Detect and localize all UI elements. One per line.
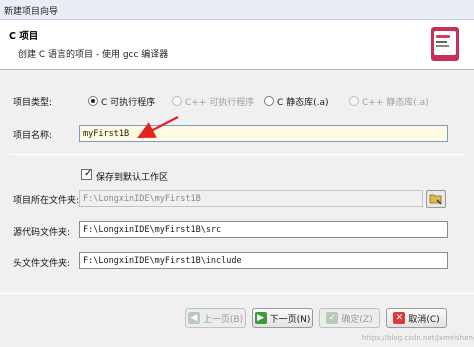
next-button-label: 下一页(N) (269, 314, 311, 325)
radio-label: C 可执行程序 (101, 97, 156, 108)
watermark: https://blog.csdn.net/jxmeisheng (362, 334, 474, 342)
finish-button-label: 确定(Z) (341, 314, 373, 325)
section-divider (9, 154, 465, 155)
title-bar: 新建项目向导 (0, 0, 474, 20)
project-type-label: 项目类型: (13, 98, 53, 108)
project-name-label: 项目名称: (13, 131, 53, 141)
footer-divider (0, 293, 474, 294)
radio-label: C 静态库(.a) (277, 97, 329, 108)
window-title: 新建项目向导 (4, 7, 59, 17)
back-arrow-icon: ◀ (187, 312, 200, 324)
cancel-x-icon: ✕ (393, 312, 406, 324)
source-folder-label: 源代码文件夹: (13, 228, 71, 238)
project-name-input[interactable]: myFirst1B (79, 125, 448, 142)
check-icon: ✓ (326, 312, 339, 324)
radio-icon[interactable] (264, 96, 274, 106)
save-default-label: 保存到默认工作区 (96, 173, 169, 183)
radio-disabled-icon (172, 96, 182, 106)
radio-cpp-executable: C++ 可执行程序 (172, 94, 254, 108)
banner-logo-icon (431, 27, 459, 61)
source-folder-input[interactable]: F:\LongxinIDE\myFirst1B\src (79, 221, 448, 238)
banner-heading: C 项目 (9, 31, 39, 42)
folder-browse-icon (429, 194, 442, 205)
browse-folder-button[interactable] (426, 190, 446, 208)
radio-selected-icon[interactable] (88, 96, 98, 106)
save-default-checkbox[interactable]: ✓ (81, 168, 93, 180)
wizard-banner: C 项目 创建 C 语言的项目 - 使用 gcc 编译器 (0, 20, 474, 70)
cancel-button-label: 取消(C) (408, 314, 440, 325)
back-button-label: 上一页(B) (202, 314, 244, 325)
radio-c-executable[interactable]: C 可执行程序 (88, 94, 155, 108)
next-button[interactable]: ▶ 下一页(N) (252, 308, 313, 328)
project-folder-input: F:\LongxinIDE\myFirst1B (79, 190, 423, 207)
radio-label: C++ 静态库(.a) (362, 97, 429, 108)
header-folder-input[interactable]: F:\LongxinIDE\myFirst1B\include (79, 252, 448, 269)
radio-label: C++ 可执行程序 (185, 97, 255, 108)
cancel-button[interactable]: ✕ 取消(C) (386, 308, 447, 328)
radio-c-static-lib[interactable]: C 静态库(.a) (264, 94, 329, 108)
back-button[interactable]: ◀ 上一页(B) (185, 308, 246, 328)
project-folder-label: 项目所在文件夹: (13, 196, 80, 206)
header-folder-label: 头文件文件夹: (13, 259, 71, 269)
banner-description: 创建 C 语言的项目 - 使用 gcc 编译器 (18, 50, 169, 60)
next-arrow-icon: ▶ (254, 312, 267, 324)
checkmark-icon: ✓ (84, 168, 93, 179)
radio-cpp-static-lib: C++ 静态库(.a) (349, 94, 429, 108)
radio-disabled-icon (349, 96, 359, 106)
finish-button[interactable]: ✓ 确定(Z) (319, 308, 380, 328)
